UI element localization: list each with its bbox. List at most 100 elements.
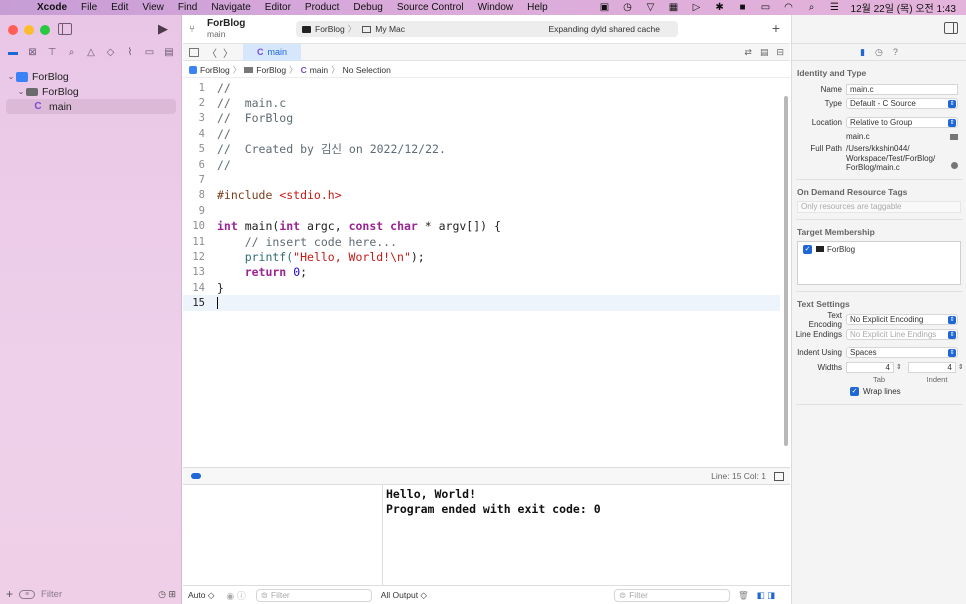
line-endings-row: Line Endings No Explicit Line Endings ⇕ bbox=[792, 327, 966, 342]
breadcrumb-selection[interactable]: No Selection bbox=[343, 65, 391, 75]
filter-options-icon[interactable]: ≡ bbox=[19, 589, 36, 599]
breadcrumb-file[interactable]: main bbox=[310, 65, 328, 75]
target-membership-row[interactable]: ✓ ForBlog bbox=[803, 244, 955, 254]
scheme-title[interactable]: ForBlog main bbox=[207, 19, 245, 40]
symbol-navigator-icon[interactable]: ⊤ bbox=[45, 46, 59, 60]
tab-width-stepper[interactable]: 4 ⇕ bbox=[846, 361, 902, 373]
code-text: * argv[]) { bbox=[417, 219, 501, 234]
c-source-file-icon: C bbox=[300, 64, 307, 75]
menu-edit[interactable]: Edit bbox=[104, 2, 135, 13]
run-destination-scheme[interactable]: ForBlog bbox=[315, 24, 345, 34]
hide-debug-area-icon[interactable] bbox=[774, 471, 784, 481]
indent-width-field[interactable]: 4 bbox=[907, 361, 956, 373]
reveal-arrow-icon[interactable] bbox=[951, 162, 958, 169]
run-destination-device[interactable]: My Mac bbox=[375, 24, 405, 34]
play-circle-icon[interactable]: ▷ bbox=[690, 2, 704, 13]
bluetooth-icon[interactable]: ✱ bbox=[713, 2, 727, 13]
debug-navigator-icon[interactable]: ⌇ bbox=[123, 46, 137, 60]
shield-icon[interactable]: ▣ bbox=[598, 2, 612, 13]
chevron-down-icon[interactable]: ⌄ bbox=[16, 87, 26, 96]
zoom-window-button[interactable] bbox=[40, 25, 50, 35]
split-panes-icon[interactable]: ◧ ◨ bbox=[757, 590, 775, 601]
history-inspector-icon[interactable]: ◷ bbox=[875, 47, 883, 58]
menu-file[interactable]: File bbox=[74, 2, 104, 13]
location-select[interactable]: Relative to Group ⇕ bbox=[846, 116, 958, 128]
breakpoint-navigator-icon[interactable]: ▭ bbox=[143, 46, 157, 60]
tree-row-project[interactable]: ⌄ ForBlog bbox=[0, 69, 182, 84]
code-text: ; bbox=[300, 265, 308, 280]
console-filter-input[interactable]: ⊜ Filter bbox=[613, 588, 730, 602]
menu-view[interactable]: View bbox=[135, 2, 171, 13]
folder-icon[interactable] bbox=[950, 133, 958, 140]
test-navigator-icon[interactable]: ◇ bbox=[104, 46, 118, 60]
debug-area-toggle-icon[interactable] bbox=[191, 473, 201, 479]
grid-icon[interactable]: ▦ bbox=[667, 2, 681, 13]
run-button[interactable]: ▶ bbox=[158, 21, 168, 37]
battery-icon[interactable]: ▭ bbox=[759, 2, 773, 13]
menu-product[interactable]: Product bbox=[298, 2, 346, 13]
report-navigator-icon[interactable]: ▤ bbox=[162, 46, 176, 60]
wrap-lines-row[interactable]: ✓ Wrap lines bbox=[792, 385, 966, 398]
forward-arrow-icon[interactable]: 〉 bbox=[223, 45, 233, 60]
wifi-icon[interactable]: ◠ bbox=[782, 2, 796, 13]
tab-width-field[interactable]: 4 bbox=[846, 361, 894, 373]
editor-options-icon[interactable]: ▤ bbox=[760, 47, 769, 58]
menu-clock[interactable]: 12월 22일 (목) 오전 1:43 bbox=[851, 0, 956, 15]
line-endings-select[interactable]: No Explicit Line Endings ⇕ bbox=[846, 328, 958, 340]
find-navigator-icon[interactable]: ⌕ bbox=[65, 46, 79, 60]
indent-width-stepper[interactable]: 4 ⇕ bbox=[907, 361, 964, 373]
menu-find[interactable]: Find bbox=[171, 2, 204, 13]
search-icon[interactable]: ⌕ bbox=[805, 2, 819, 13]
menu-debug[interactable]: Debug bbox=[346, 2, 389, 13]
related-items-icon[interactable] bbox=[189, 47, 199, 57]
tab-main[interactable]: C main bbox=[243, 43, 301, 61]
issue-navigator-icon[interactable]: △ bbox=[84, 46, 98, 60]
minimize-window-button[interactable] bbox=[24, 25, 34, 35]
tree-row-main-file[interactable]: C main bbox=[6, 99, 176, 114]
stepper-arrows-icon[interactable]: ⇕ bbox=[958, 363, 964, 371]
menu-help[interactable]: Help bbox=[520, 2, 555, 13]
console-output[interactable]: Hello, World! Program ended with exit co… bbox=[384, 485, 790, 585]
checkbox-checked-icon[interactable]: ✓ bbox=[803, 244, 812, 254]
control-center-icon[interactable]: ☰ bbox=[828, 2, 842, 13]
add-icon[interactable]: + bbox=[772, 20, 780, 36]
tree-row-group[interactable]: ⌄ ForBlog bbox=[0, 84, 182, 99]
back-arrow-icon[interactable]: 〈 bbox=[207, 45, 217, 60]
console-output-select[interactable]: All Output ◇ bbox=[381, 590, 427, 601]
menu-editor[interactable]: Editor bbox=[258, 2, 298, 13]
chevron-down-icon[interactable]: ⌄ bbox=[6, 72, 16, 81]
checkbox-checked-icon[interactable]: ✓ bbox=[850, 386, 859, 396]
help-inspector-icon[interactable]: ? bbox=[893, 47, 898, 57]
menu-source-control[interactable]: Source Control bbox=[390, 2, 471, 13]
source-editor[interactable]: 1 // 2 // main.c 3 // ForBlog 4 // 5 // Creat… bbox=[183, 80, 780, 475]
clock-icon[interactable]: ◷ bbox=[621, 2, 635, 13]
project-navigator-icon[interactable]: ▬ bbox=[6, 46, 20, 60]
menu-window[interactable]: Window bbox=[471, 2, 521, 13]
source-control-navigator-icon[interactable]: ⊠ bbox=[26, 46, 40, 60]
refresh-icon[interactable]: ⇄ bbox=[744, 47, 752, 58]
close-window-button[interactable] bbox=[8, 25, 18, 35]
breadcrumb-group[interactable]: ForBlog bbox=[256, 65, 286, 75]
indent-using-select[interactable]: Spaces ⇕ bbox=[846, 347, 958, 359]
breadcrumb-project[interactable]: ForBlog bbox=[200, 65, 230, 75]
encoding-select[interactable]: No Explicit Encoding ⇕ bbox=[846, 314, 958, 326]
variables-scope-select[interactable]: Auto ◇ bbox=[188, 590, 214, 601]
recent-files-icon[interactable]: ◷ ⊞ bbox=[158, 589, 176, 600]
editor-scrollbar[interactable] bbox=[784, 96, 788, 446]
inspector-toggle-icon[interactable] bbox=[944, 22, 958, 34]
split-editor-icon[interactable]: ⊟ bbox=[776, 47, 784, 58]
trash-icon[interactable]: 🗑 bbox=[738, 590, 749, 601]
menu-app-xcode[interactable]: Xcode bbox=[30, 2, 74, 13]
stepper-arrows-icon[interactable]: ⇕ bbox=[896, 363, 902, 371]
file-inspector-icon[interactable]: ▮ bbox=[860, 47, 865, 58]
menu-navigate[interactable]: Navigate bbox=[204, 2, 257, 13]
vpn-icon[interactable]: ▽ bbox=[644, 2, 658, 13]
add-icon[interactable]: + bbox=[6, 587, 13, 601]
navigator-toggle-icon[interactable] bbox=[58, 23, 72, 35]
name-field[interactable]: main.c bbox=[846, 83, 958, 95]
quick-look-icon[interactable]: ◉ ⓘ bbox=[226, 589, 245, 602]
type-select[interactable]: Default - C Source ⇕ bbox=[846, 98, 958, 110]
keyboard-input-icon[interactable]: ■ bbox=[736, 2, 750, 13]
navigator-filter-input[interactable]: Filter bbox=[41, 589, 62, 600]
variables-filter-input[interactable]: ⊜ Filter bbox=[255, 588, 372, 602]
